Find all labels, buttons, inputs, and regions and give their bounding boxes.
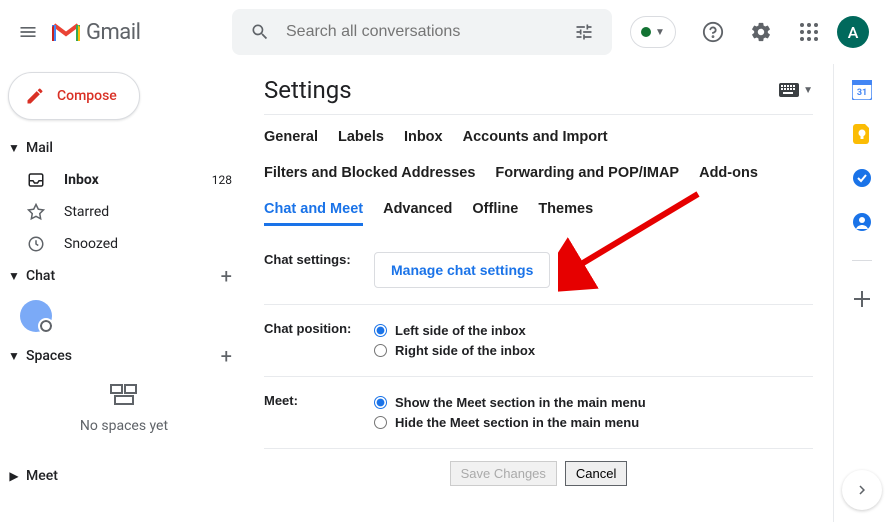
plus-icon[interactable]: +	[221, 264, 232, 288]
gmail-icon	[52, 21, 80, 43]
tasks-app-button[interactable]	[852, 168, 872, 188]
spaces-section-header[interactable]: ▼ Spaces +	[0, 340, 248, 372]
contacts-app-button[interactable]	[852, 212, 872, 232]
svg-text:31: 31	[856, 88, 866, 98]
compose-label: Compose	[57, 88, 117, 104]
caret-down-icon: ▼	[6, 269, 22, 283]
caret-down-icon: ▼	[803, 85, 813, 96]
tab-themes[interactable]: Themes	[538, 201, 593, 226]
spaces-empty-text: No spaces yet	[0, 418, 248, 434]
app-name: Gmail	[86, 20, 140, 45]
tab-accounts[interactable]: Accounts and Import	[463, 129, 608, 145]
chat-position-left-option[interactable]: Left side of the inbox	[374, 321, 813, 341]
meet-hide-option[interactable]: Hide the Meet section in the main menu	[374, 413, 813, 433]
plus-icon[interactable]: +	[221, 344, 232, 368]
status-selector[interactable]: ▼	[630, 16, 676, 48]
mail-section-header[interactable]: ▼ Mail	[0, 132, 248, 164]
tab-labels[interactable]: Labels	[338, 129, 384, 145]
inbox-icon	[26, 171, 46, 189]
tab-addons[interactable]: Add-ons	[699, 165, 758, 181]
side-panel-toggle[interactable]	[842, 470, 882, 510]
status-dot-icon	[641, 27, 651, 37]
chat-position-label: Chat position:	[264, 321, 374, 360]
main-menu-button[interactable]	[8, 12, 48, 52]
meet-show-option[interactable]: Show the Meet section in the main menu	[374, 393, 813, 413]
find-spaces-link[interactable]	[0, 438, 248, 448]
tab-offline[interactable]: Offline	[472, 201, 518, 226]
manage-chat-settings-button[interactable]: Manage chat settings	[374, 252, 550, 288]
page-title: Settings	[264, 76, 352, 104]
support-button[interactable]	[693, 12, 733, 52]
gmail-logo[interactable]: Gmail	[52, 20, 232, 45]
tab-advanced[interactable]: Advanced	[383, 201, 452, 226]
star-icon	[26, 203, 46, 221]
account-avatar[interactable]: A	[837, 16, 869, 48]
apps-button[interactable]	[789, 12, 829, 52]
meet-label: Meet:	[264, 393, 374, 432]
search-icon[interactable]	[240, 12, 280, 52]
chat-position-right-option[interactable]: Right side of the inbox	[374, 341, 813, 361]
tab-forwarding[interactable]: Forwarding and POP/IMAP	[495, 165, 679, 181]
tab-chat-meet[interactable]: Chat and Meet	[264, 201, 363, 226]
sidebar-item-starred[interactable]: Starred	[0, 196, 248, 228]
clock-icon	[26, 235, 46, 253]
caret-right-icon: ▶	[6, 469, 22, 483]
caret-down-icon: ▼	[6, 141, 22, 155]
caret-down-icon: ▼	[6, 349, 22, 363]
spaces-icon	[110, 384, 138, 406]
compose-button[interactable]: Compose	[8, 72, 140, 120]
sidebar-item-snoozed[interactable]: Snoozed	[0, 228, 248, 260]
input-method-selector[interactable]: ▼	[779, 83, 813, 97]
chat-contact-avatar[interactable]	[0, 292, 248, 340]
tab-inbox[interactable]: Inbox	[404, 129, 443, 145]
meet-section-header[interactable]: ▶ Meet	[0, 460, 248, 492]
pencil-icon	[25, 86, 45, 106]
chat-section-header[interactable]: ▼ Chat +	[0, 260, 248, 292]
settings-tabs: General Labels Inbox Accounts and Import…	[264, 119, 813, 236]
search-options-icon[interactable]	[564, 12, 604, 52]
keyboard-icon	[779, 83, 799, 97]
save-changes-button: Save Changes	[450, 461, 557, 486]
caret-down-icon: ▼	[655, 27, 665, 38]
tab-general[interactable]: General	[264, 129, 318, 145]
search-input[interactable]	[280, 23, 564, 41]
calendar-app-button[interactable]: 31	[852, 80, 872, 100]
settings-button[interactable]	[741, 12, 781, 52]
sidebar-item-inbox[interactable]: Inbox 128	[0, 164, 248, 196]
search-bar[interactable]	[232, 9, 612, 55]
tab-filters[interactable]: Filters and Blocked Addresses	[264, 165, 475, 181]
chat-settings-label: Chat settings:	[264, 252, 374, 288]
cancel-button[interactable]: Cancel	[565, 461, 627, 486]
get-addons-button[interactable]	[852, 289, 872, 309]
keep-app-button[interactable]	[852, 124, 872, 144]
